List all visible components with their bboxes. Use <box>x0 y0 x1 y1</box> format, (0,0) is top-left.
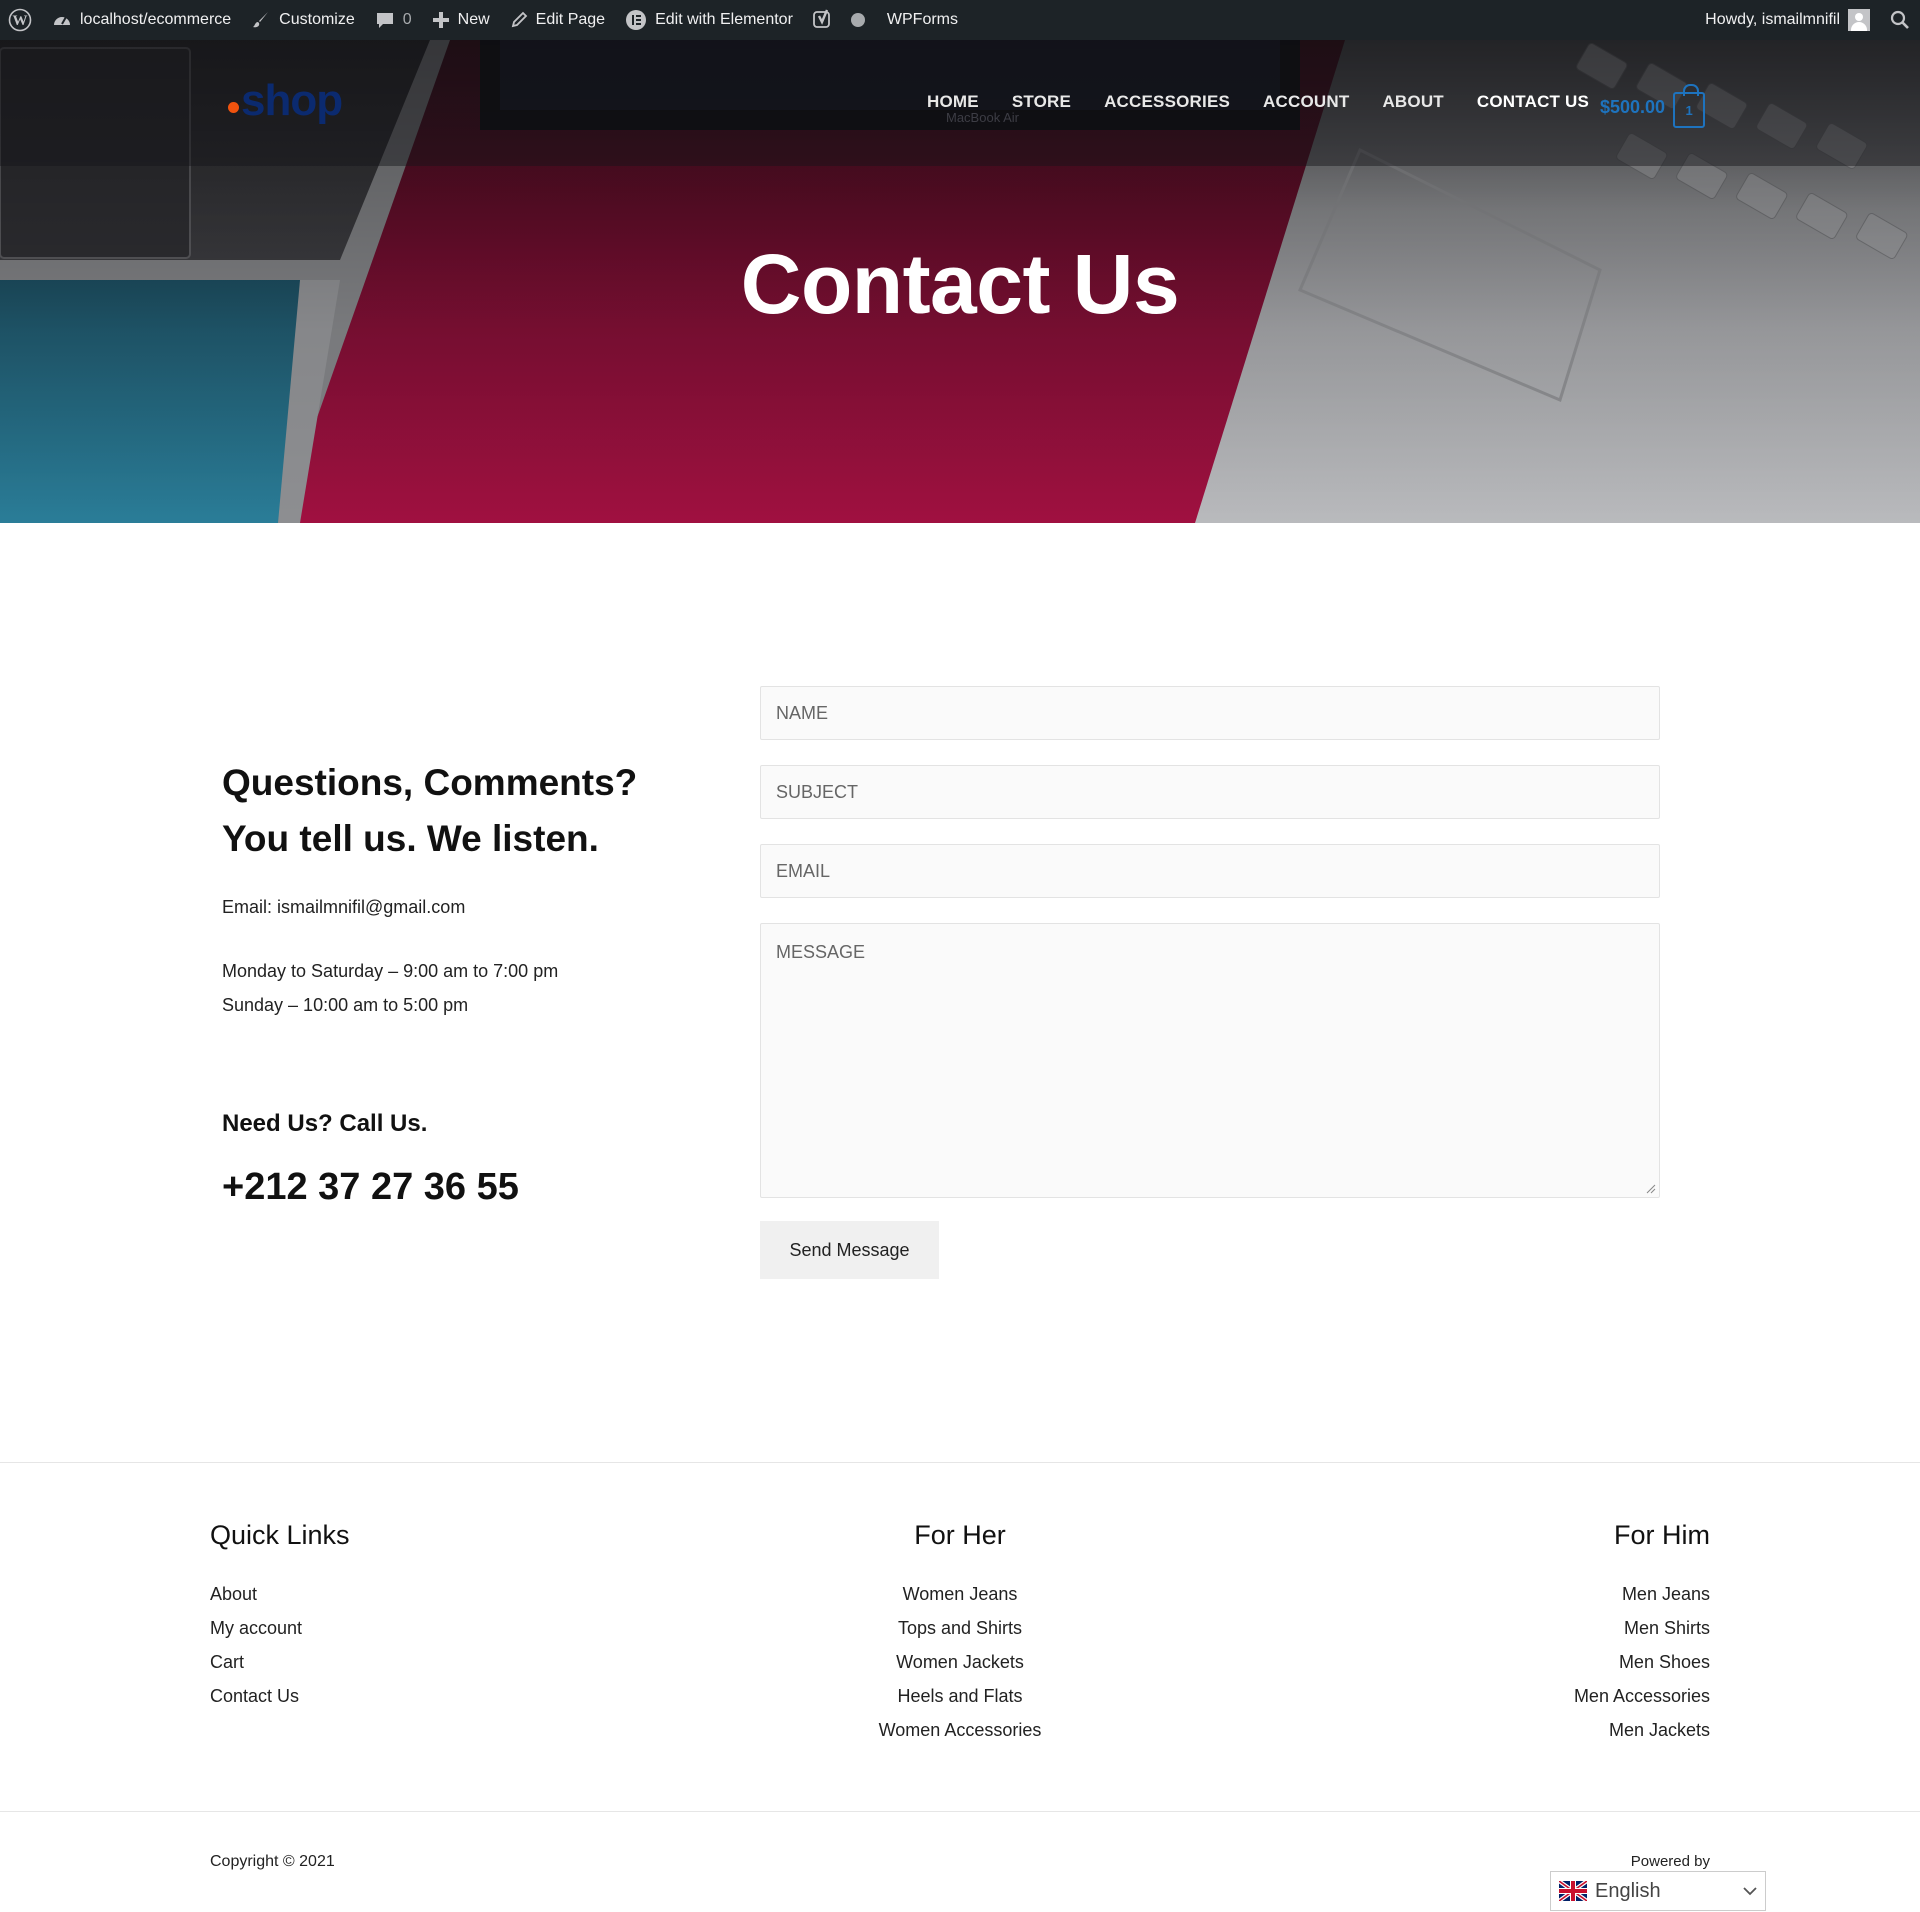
contact-heading: Questions, Comments? You tell us. We lis… <box>222 762 638 859</box>
svg-text:W: W <box>13 13 28 29</box>
quick-links-title: Quick Links <box>210 1520 350 1550</box>
logo-dot-icon <box>228 102 239 113</box>
header-cart[interactable]: $500.00 1 <box>1600 84 1706 128</box>
hours-sunday: Sunday – 10:00 am to 5:00 pm <box>222 995 469 1015</box>
name-input[interactable] <box>776 702 1644 724</box>
edit-elementor-label: Edit with Elementor <box>655 11 793 28</box>
nav-store[interactable]: STORE <box>1012 92 1071 112</box>
footer-link-cart[interactable]: Cart <box>210 1645 350 1679</box>
email-input[interactable] <box>776 860 1644 882</box>
footer-divider-bottom <box>0 1811 1920 1812</box>
footer-for-him: For Him Men Jeans Men Shirts Men Shoes M… <box>1410 1520 1710 1747</box>
footer-link-men-accessories[interactable]: Men Accessories <box>1410 1679 1710 1713</box>
page-title: Contact Us <box>740 237 1180 331</box>
yoast-seo-link[interactable] <box>803 0 877 40</box>
nav-contact-us[interactable]: CONTACT US <box>1477 92 1589 112</box>
resize-handle-icon[interactable] <box>1646 1184 1656 1194</box>
footer-link-men-jackets[interactable]: Men Jackets <box>1410 1713 1710 1747</box>
footer-quick-links: Quick Links About My account Cart Contac… <box>210 1520 350 1713</box>
message-textarea[interactable] <box>776 942 1644 1197</box>
nav-accessories[interactable]: ACCESSORIES <box>1104 92 1230 112</box>
footer-link-men-jeans[interactable]: Men Jeans <box>1410 1577 1710 1611</box>
for-her-title: For Her <box>914 1520 1006 1550</box>
elementor-icon <box>626 10 647 30</box>
footer-link-women-jeans[interactable]: Women Jeans <box>810 1577 1110 1611</box>
copyright-text: Copyright © 2021 <box>210 1853 335 1870</box>
chevron-down-icon <box>1743 1887 1757 1896</box>
site-name: localhost/ecommerce <box>80 11 232 28</box>
contact-info: Questions, Comments? You tell us. We lis… <box>222 755 702 1209</box>
pencil-icon <box>511 11 527 28</box>
footer-link-about[interactable]: About <box>210 1577 350 1611</box>
footer-link-heels-and-flats[interactable]: Heels and Flats <box>810 1679 1110 1713</box>
contact-form: Send Message <box>760 686 1660 1279</box>
site-name-link[interactable]: localhost/ecommerce <box>42 0 241 40</box>
customize-label: Customize <box>279 11 355 28</box>
site-header: shop HOME STORE ACCESSORIES ACCOUNT ABOU… <box>0 40 1920 166</box>
powered-by-text: Powered by <box>1630 1853 1710 1870</box>
wpforms-link[interactable]: WPForms <box>877 0 968 40</box>
nav-home[interactable]: HOME <box>927 92 979 112</box>
comment-bubble-icon <box>376 13 393 28</box>
macbook-label: MacBook Air <box>946 110 1019 125</box>
footer-link-women-jackets[interactable]: Women Jackets <box>810 1645 1110 1679</box>
language-switcher[interactable]: English <box>1550 1871 1766 1911</box>
hero-banner: shop HOME STORE ACCESSORIES ACCOUNT ABOU… <box>0 40 1920 523</box>
plus-icon <box>432 12 449 28</box>
new-content-link[interactable]: New <box>422 0 500 40</box>
language-label: English <box>1595 1879 1661 1902</box>
footer-link-women-accessories[interactable]: Women Accessories <box>810 1713 1110 1747</box>
edit-page-link[interactable]: Edit Page <box>500 0 615 40</box>
footer-for-her: For Her Women Jeans Tops and Shirts Wome… <box>810 1520 1110 1747</box>
site-logo[interactable]: shop <box>228 76 343 126</box>
cart-total: $500.00 <box>1600 96 1666 117</box>
main-navigation: HOME STORE ACCESSORIES ACCOUNT ABOUT CON… <box>927 92 1622 112</box>
call-heading: Need Us? Call Us. <box>222 1110 428 1137</box>
footer-divider-top <box>0 1462 1920 1463</box>
admin-search-icon[interactable] <box>1880 0 1920 40</box>
for-him-title: For Him <box>1614 1520 1710 1550</box>
message-field-wrapper <box>760 923 1660 1198</box>
comments-link[interactable]: 0 <box>365 0 422 40</box>
name-field-wrapper <box>760 686 1660 740</box>
avatar <box>1848 9 1870 31</box>
wordpress-logo-icon[interactable]: W <box>0 0 42 40</box>
my-account-link[interactable]: Howdy, ismailmnifil <box>1695 0 1880 40</box>
send-message-button[interactable]: Send Message <box>760 1221 939 1279</box>
admin-bar: W localhost/ecommerce Customize 0 New Ed… <box>0 0 1920 40</box>
nav-account[interactable]: ACCOUNT <box>1263 92 1349 112</box>
yoast-icon <box>813 9 830 28</box>
email-field-wrapper <box>760 844 1660 898</box>
footer-link-contact-us[interactable]: Contact Us <box>210 1679 350 1713</box>
footer-link-my-account[interactable]: My account <box>210 1611 350 1645</box>
hours-weekdays: Monday to Saturday – 9:00 am to 7:00 pm <box>222 961 559 981</box>
new-label: New <box>457 11 490 28</box>
footer-link-men-shirts[interactable]: Men Shirts <box>1410 1611 1710 1645</box>
howdy-label: Howdy, ismailmnifil <box>1705 11 1840 28</box>
footer-link-men-shoes[interactable]: Men Shoes <box>1410 1645 1710 1679</box>
shopping-bag-icon: 1 <box>1673 84 1706 128</box>
edit-page-label: Edit Page <box>535 11 606 28</box>
uk-flag-icon <box>1559 1881 1587 1901</box>
footer-link-tops-and-shirts[interactable]: Tops and Shirts <box>810 1611 1110 1645</box>
contact-email: Email: ismailmnifil@gmail.com <box>222 897 466 917</box>
edit-elementor-link[interactable]: Edit with Elementor <box>615 0 803 40</box>
cart-count: 1 <box>1685 103 1693 118</box>
dashboard-icon <box>54 16 70 25</box>
nav-about[interactable]: ABOUT <box>1382 92 1443 112</box>
customize-link[interactable]: Customize <box>241 0 365 40</box>
status-dot-icon <box>850 13 865 27</box>
paintbrush-icon <box>253 12 269 28</box>
comments-count: 0 <box>402 11 412 28</box>
logo-text: shop <box>241 76 343 125</box>
wpforms-label: WPForms <box>886 11 959 28</box>
subject-field-wrapper <box>760 765 1660 819</box>
subject-input[interactable] <box>776 781 1644 803</box>
opening-hours: Monday to Saturday – 9:00 am to 7:00 pm … <box>222 954 702 1022</box>
phone-number: +212 37 27 36 55 <box>222 1166 519 1208</box>
